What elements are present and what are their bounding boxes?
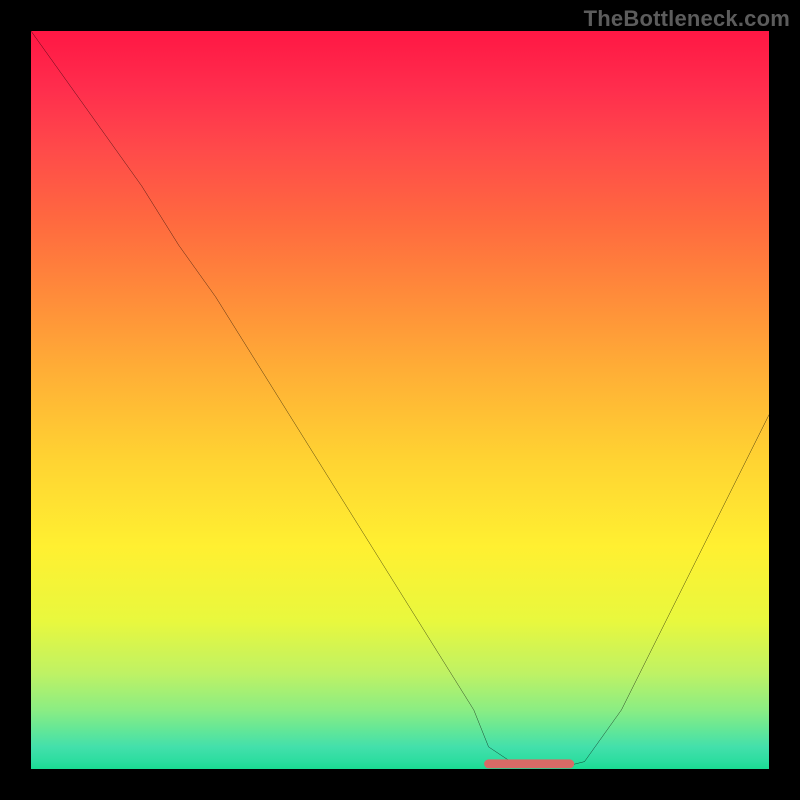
chart-frame: TheBottleneck.com (0, 0, 800, 800)
watermark-text: TheBottleneck.com (584, 6, 790, 32)
chart-svg (31, 31, 769, 769)
bottleneck-curve (31, 31, 769, 765)
